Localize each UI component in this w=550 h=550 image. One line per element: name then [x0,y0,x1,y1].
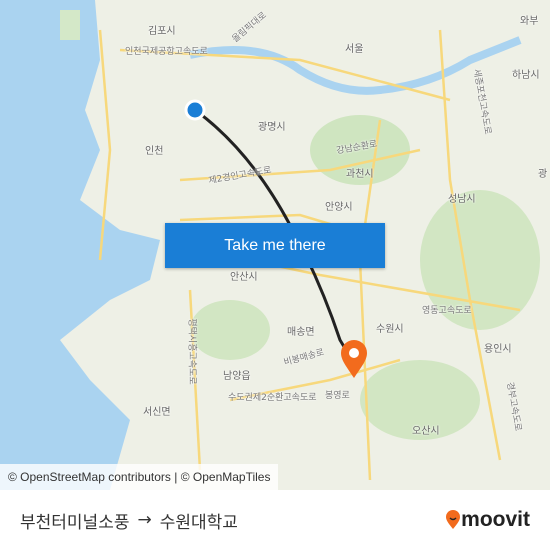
map-label: 성남시 [448,194,476,205]
moovit-logo: moovit [445,508,530,532]
map[interactable]: 김포시 서울 와부 하남시 광명시 인천 과천시 성남시 안양시 안산시 매송면… [0,0,550,490]
map-label: 수원시 [376,324,404,335]
take-me-there-button[interactable]: Take me there [165,223,385,268]
map-label: 용인시 [484,344,512,355]
road-label: 수도권제2순환고속도로 [228,393,317,403]
destination-name: 수원대학교 [159,512,238,533]
map-label: 김포시 [148,26,176,37]
arrow-right-icon: → [137,510,152,530]
origin-name: 부천터미널소풍 [20,512,130,533]
map-label: 인천 [145,146,164,157]
road-label: 봉영로 [325,391,350,401]
map-label: 서신면 [143,407,171,418]
map-label: 광명시 [258,122,286,133]
map-label: 남양읍 [223,371,251,382]
footer: 부천터미널소풍 → 수원대학교 moovit [0,490,550,550]
map-label: 오산시 [412,426,440,437]
road-label: 평택시흥고속도로 [186,318,197,385]
map-label: 하남시 [512,70,540,81]
map-label: 안산시 [230,272,258,283]
map-label: 과천시 [346,169,374,180]
map-label: 와부 [520,16,539,27]
road-label: 영동고속도로 [422,306,472,316]
map-label: 안양시 [325,202,353,213]
map-label: 서울 [345,44,364,55]
map-label: 광 [538,169,548,180]
moovit-pin-icon [446,510,461,529]
route-title: 부천터미널소풍 → 수원대학교 [20,508,238,533]
map-label: 매송면 [287,327,315,338]
map-attribution[interactable]: © OpenStreetMap contributors | © OpenMap… [0,464,279,490]
road-label: 인천국제공항고속도로 [125,47,208,57]
destination-marker[interactable] [341,340,367,378]
origin-marker[interactable] [184,99,206,121]
